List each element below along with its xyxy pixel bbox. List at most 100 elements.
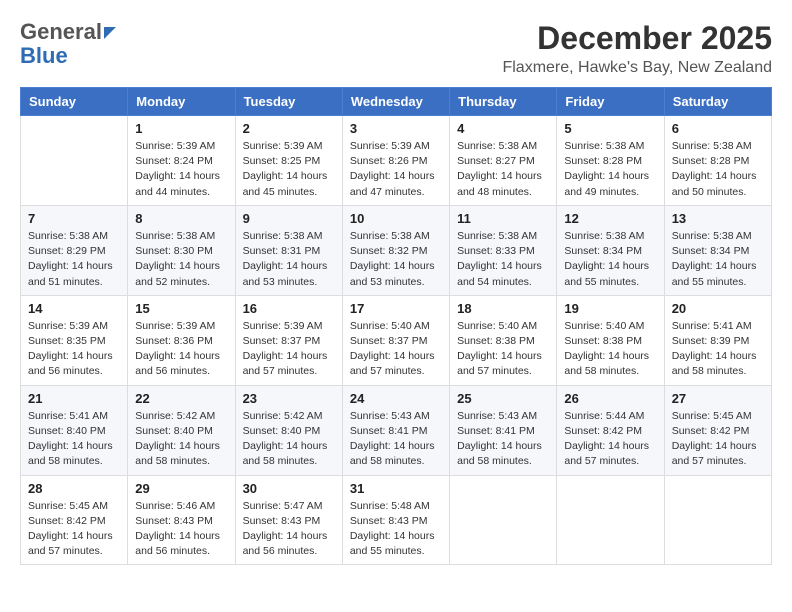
calendar-week-row: 14Sunrise: 5:39 AM Sunset: 8:35 PM Dayli…: [21, 295, 772, 385]
day-info: Sunrise: 5:39 AM Sunset: 8:25 PM Dayligh…: [243, 139, 335, 200]
day-number: 30: [243, 481, 335, 496]
day-number: 11: [457, 211, 549, 226]
day-info: Sunrise: 5:38 AM Sunset: 8:34 PM Dayligh…: [564, 229, 656, 290]
calendar-cell: 3 Sunrise: 5:39 AM Sunset: 8:26 PM Daylig…: [342, 116, 449, 206]
day-number: 5: [564, 121, 656, 136]
day-info: Sunrise: 5:38 AM Sunset: 8:33 PM Dayligh…: [457, 229, 549, 290]
logo: General Blue: [20, 20, 116, 68]
calendar-cell: 19 Sunrise: 5:40 AM Sunset: 8:38 PM Dayli…: [557, 295, 664, 385]
day-info: Sunrise: 5:39 AM Sunset: 8:36 PM Dayligh…: [135, 319, 227, 380]
calendar-cell: [21, 116, 128, 206]
calendar-cell: 9 Sunrise: 5:38 AM Sunset: 8:31 PM Daylig…: [235, 205, 342, 295]
day-info: Sunrise: 5:38 AM Sunset: 8:31 PM Dayligh…: [243, 229, 335, 290]
calendar-week-row: 21 Sunrise: 5:41 AM Sunset: 8:40 PM Dayli…: [21, 385, 772, 475]
calendar-cell: 14Sunrise: 5:39 AM Sunset: 8:35 PM Dayli…: [21, 295, 128, 385]
calendar-cell: 16Sunrise: 5:39 AM Sunset: 8:37 PM Dayli…: [235, 295, 342, 385]
calendar-cell: [450, 475, 557, 565]
calendar-cell: 30 Sunrise: 5:47 AM Sunset: 8:43 PM Dayli…: [235, 475, 342, 565]
day-info: Sunrise: 5:46 AM Sunset: 8:43 PM Dayligh…: [135, 499, 227, 560]
day-number: 18: [457, 301, 549, 316]
calendar-cell: 15 Sunrise: 5:39 AM Sunset: 8:36 PM Dayli…: [128, 295, 235, 385]
calendar-header-row: SundayMondayTuesdayWednesdayThursdayFrid…: [21, 88, 772, 116]
day-info: Sunrise: 5:38 AM Sunset: 8:28 PM Dayligh…: [672, 139, 764, 200]
day-number: 24: [350, 391, 442, 406]
calendar-week-row: 7 Sunrise: 5:38 AM Sunset: 8:29 PM Daylig…: [21, 205, 772, 295]
day-info: Sunrise: 5:38 AM Sunset: 8:29 PM Dayligh…: [28, 229, 120, 290]
day-info: Sunrise: 5:47 AM Sunset: 8:43 PM Dayligh…: [243, 499, 335, 560]
day-number: 23: [243, 391, 335, 406]
day-info: Sunrise: 5:48 AM Sunset: 8:43 PM Dayligh…: [350, 499, 442, 560]
calendar-cell: 18 Sunrise: 5:40 AM Sunset: 8:38 PM Dayli…: [450, 295, 557, 385]
calendar-cell: 22 Sunrise: 5:42 AM Sunset: 8:40 PM Dayli…: [128, 385, 235, 475]
day-number: 12: [564, 211, 656, 226]
day-info: Sunrise: 5:39 AM Sunset: 8:26 PM Dayligh…: [350, 139, 442, 200]
calendar-header-saturday: Saturday: [664, 88, 771, 116]
calendar-cell: [664, 475, 771, 565]
calendar-cell: 27 Sunrise: 5:45 AM Sunset: 8:42 PM Dayli…: [664, 385, 771, 475]
day-info: Sunrise: 5:42 AM Sunset: 8:40 PM Dayligh…: [135, 409, 227, 470]
day-info: Sunrise: 5:38 AM Sunset: 8:32 PM Dayligh…: [350, 229, 442, 290]
calendar-cell: 8 Sunrise: 5:38 AM Sunset: 8:30 PM Daylig…: [128, 205, 235, 295]
day-number: 21: [28, 391, 120, 406]
day-number: 6: [672, 121, 764, 136]
day-number: 2: [243, 121, 335, 136]
day-number: 7: [28, 211, 120, 226]
day-info: Sunrise: 5:38 AM Sunset: 8:34 PM Dayligh…: [672, 229, 764, 290]
calendar-header-friday: Friday: [557, 88, 664, 116]
day-number: 9: [243, 211, 335, 226]
day-number: 20: [672, 301, 764, 316]
calendar-cell: 28 Sunrise: 5:45 AM Sunset: 8:42 PM Dayli…: [21, 475, 128, 565]
day-number: 3: [350, 121, 442, 136]
calendar-cell: 23 Sunrise: 5:42 AM Sunset: 8:40 PM Dayli…: [235, 385, 342, 475]
day-info: Sunrise: 5:43 AM Sunset: 8:41 PM Dayligh…: [457, 409, 549, 470]
day-number: 4: [457, 121, 549, 136]
calendar-cell: 31 Sunrise: 5:48 AM Sunset: 8:43 PM Dayli…: [342, 475, 449, 565]
calendar-cell: 13Sunrise: 5:38 AM Sunset: 8:34 PM Dayli…: [664, 205, 771, 295]
day-number: 15: [135, 301, 227, 316]
day-info: Sunrise: 5:39 AM Sunset: 8:24 PM Dayligh…: [135, 139, 227, 200]
calendar-cell: [557, 475, 664, 565]
day-number: 27: [672, 391, 764, 406]
calendar-cell: 4 Sunrise: 5:38 AM Sunset: 8:27 PM Daylig…: [450, 116, 557, 206]
calendar-cell: 10 Sunrise: 5:38 AM Sunset: 8:32 PM Dayli…: [342, 205, 449, 295]
day-number: 25: [457, 391, 549, 406]
day-info: Sunrise: 5:45 AM Sunset: 8:42 PM Dayligh…: [28, 499, 120, 560]
calendar-cell: 26Sunrise: 5:44 AM Sunset: 8:42 PM Dayli…: [557, 385, 664, 475]
day-number: 8: [135, 211, 227, 226]
calendar-cell: 6 Sunrise: 5:38 AM Sunset: 8:28 PM Daylig…: [664, 116, 771, 206]
calendar-cell: 20 Sunrise: 5:41 AM Sunset: 8:39 PM Dayli…: [664, 295, 771, 385]
calendar-header-wednesday: Wednesday: [342, 88, 449, 116]
day-info: Sunrise: 5:41 AM Sunset: 8:40 PM Dayligh…: [28, 409, 120, 470]
day-number: 14: [28, 301, 120, 316]
calendar-header-thursday: Thursday: [450, 88, 557, 116]
calendar-table: SundayMondayTuesdayWednesdayThursdayFrid…: [20, 87, 772, 565]
day-info: Sunrise: 5:42 AM Sunset: 8:40 PM Dayligh…: [243, 409, 335, 470]
day-number: 17: [350, 301, 442, 316]
calendar-cell: 12 Sunrise: 5:38 AM Sunset: 8:34 PM Dayli…: [557, 205, 664, 295]
calendar-header-tuesday: Tuesday: [235, 88, 342, 116]
day-number: 10: [350, 211, 442, 226]
day-number: 28: [28, 481, 120, 496]
day-info: Sunrise: 5:45 AM Sunset: 8:42 PM Dayligh…: [672, 409, 764, 470]
calendar-cell: 17Sunrise: 5:40 AM Sunset: 8:37 PM Dayli…: [342, 295, 449, 385]
day-info: Sunrise: 5:40 AM Sunset: 8:38 PM Dayligh…: [564, 319, 656, 380]
day-number: 29: [135, 481, 227, 496]
calendar-cell: 2 Sunrise: 5:39 AM Sunset: 8:25 PM Daylig…: [235, 116, 342, 206]
day-number: 22: [135, 391, 227, 406]
day-number: 31: [350, 481, 442, 496]
calendar-cell: 29 Sunrise: 5:46 AM Sunset: 8:43 PM Dayli…: [128, 475, 235, 565]
calendar-header-monday: Monday: [128, 88, 235, 116]
title-block: December 2025 Flaxmere, Hawke's Bay, New…: [502, 20, 772, 77]
day-info: Sunrise: 5:43 AM Sunset: 8:41 PM Dayligh…: [350, 409, 442, 470]
day-info: Sunrise: 5:44 AM Sunset: 8:42 PM Dayligh…: [564, 409, 656, 470]
day-info: Sunrise: 5:38 AM Sunset: 8:27 PM Dayligh…: [457, 139, 549, 200]
day-number: 19: [564, 301, 656, 316]
calendar-cell: 7 Sunrise: 5:38 AM Sunset: 8:29 PM Daylig…: [21, 205, 128, 295]
calendar-cell: 24 Sunrise: 5:43 AM Sunset: 8:41 PM Dayli…: [342, 385, 449, 475]
day-info: Sunrise: 5:40 AM Sunset: 8:38 PM Dayligh…: [457, 319, 549, 380]
day-info: Sunrise: 5:41 AM Sunset: 8:39 PM Dayligh…: [672, 319, 764, 380]
logo-triangle-icon: [104, 27, 116, 39]
day-info: Sunrise: 5:38 AM Sunset: 8:30 PM Dayligh…: [135, 229, 227, 290]
calendar-cell: 11 Sunrise: 5:38 AM Sunset: 8:33 PM Dayli…: [450, 205, 557, 295]
logo-blue: Blue: [20, 44, 68, 68]
